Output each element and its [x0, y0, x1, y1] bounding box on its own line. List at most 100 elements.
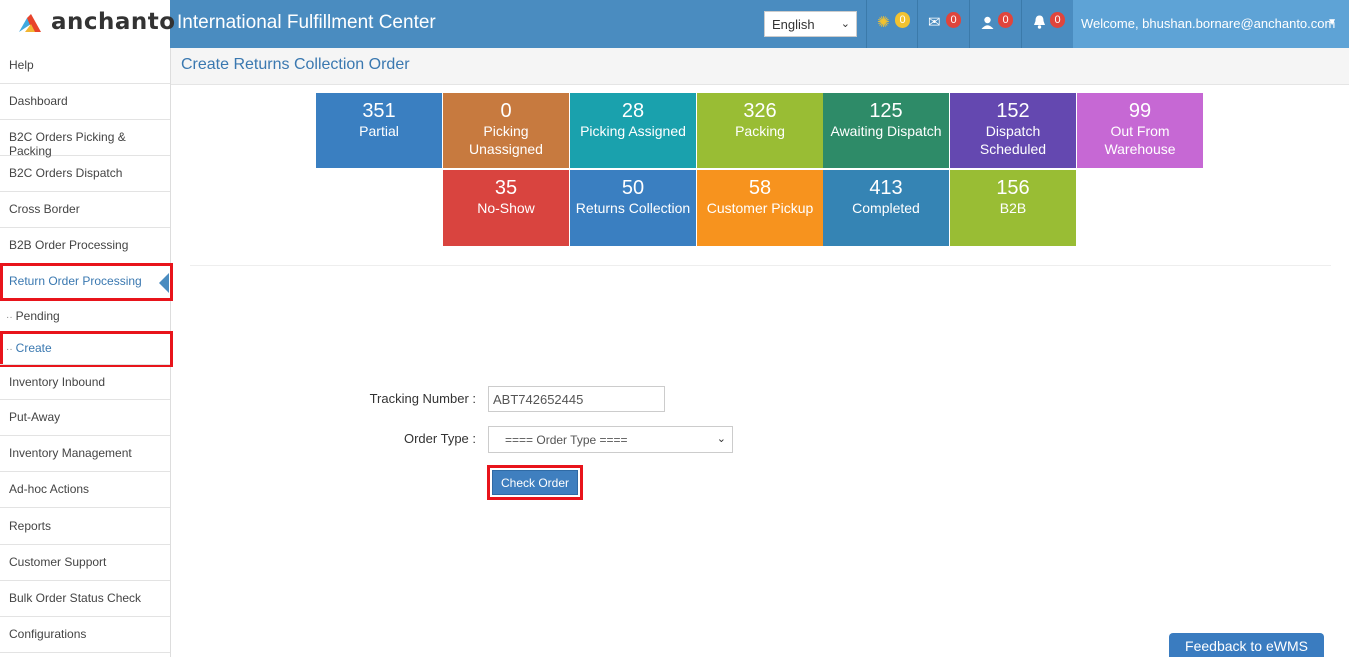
users-button[interactable]: 0 — [969, 0, 1021, 48]
spinner-icon: ✺ — [877, 14, 890, 31]
tile-count: 0 — [500, 100, 512, 122]
sidebar-item-inventory-inbound[interactable]: Inventory Inbound — [0, 364, 170, 400]
sidebar-item-label: B2B Order Processing — [9, 238, 129, 252]
messages-button[interactable]: ✉ 0 — [917, 0, 969, 48]
tile-customer-pickup[interactable]: 58 Customer Pickup — [697, 170, 823, 246]
tile-completed[interactable]: 413 Completed — [823, 170, 949, 246]
sidebar-item-cross-border[interactable]: Cross Border — [0, 192, 170, 228]
sidebar-item-label: Bulk Order Status Check — [9, 591, 142, 605]
sidebar-item-label: B2C Orders Dispatch — [9, 166, 123, 180]
tile-packing[interactable]: 326 Packing — [697, 93, 823, 168]
sidebar-item-label: Inventory Management — [9, 446, 132, 460]
language-select[interactable]: English ⌄ — [764, 11, 857, 37]
tile-label: Out From Warehouse — [1104, 123, 1176, 157]
tile-count: 50 — [621, 177, 645, 199]
tile-label: Completed — [852, 200, 920, 216]
sidebar-item-label: Inventory Inbound — [9, 375, 106, 389]
envelope-icon: ✉ — [928, 14, 941, 31]
sidebar-item-label: Cross Border — [9, 202, 80, 216]
tile-count: 413 — [869, 177, 903, 199]
check-order-highlight: Check Order — [487, 465, 583, 500]
tile-label: Partial — [359, 123, 399, 139]
order-type-label: Order Type : — [403, 431, 476, 446]
sidebar-item-configurations[interactable]: Configurations — [0, 617, 170, 653]
active-arrow-icon — [159, 273, 169, 293]
sidebar-item-inventory-management[interactable]: Inventory Management — [0, 436, 170, 472]
sidebar-subitem-label: Create — [15, 341, 52, 355]
tile-label: Awaiting Dispatch — [830, 123, 942, 139]
sidebar-item-label: B2C Orders Picking & Packing — [9, 130, 126, 158]
tile-label: Picking Unassigned — [469, 123, 543, 157]
sidebar-item-label: Customer Support — [9, 555, 107, 569]
sidebar-item-reports[interactable]: Reports — [0, 509, 170, 545]
tile-count: 35 — [494, 177, 518, 199]
users-count-badge: 0 — [998, 12, 1013, 28]
order-type-select[interactable]: ==== Order Type ==== ⌄ — [488, 426, 733, 453]
notifications-button[interactable]: 0 — [1021, 0, 1073, 48]
tasks-button[interactable]: ✺ 0 — [866, 0, 917, 48]
feedback-button[interactable]: Feedback to eWMS — [1169, 633, 1324, 657]
tile-picking-unassigned[interactable]: 0 Picking Unassigned — [443, 93, 569, 168]
top-bar: anchanto International Fulfillment Cente… — [0, 0, 1349, 48]
sidebar-item-b2c-picking-packing[interactable]: B2C Orders Picking & Packing — [0, 120, 170, 158]
sidebar-subitem-pending[interactable]: ·· Pending — [0, 300, 170, 332]
welcome-text: Welcome, bhushan.bornare@anchanto.com — [1081, 16, 1336, 31]
sidebar-item-label: Dashboard — [9, 94, 68, 108]
sidebar-item-put-away[interactable]: Put-Away — [0, 400, 170, 436]
sidebar-item-label: Configurations — [9, 627, 87, 641]
sidebar-item-help[interactable]: Help — [0, 48, 170, 84]
notifications-count-badge: 0 — [1050, 12, 1065, 28]
sidebar: Help Dashboard B2C Orders Picking & Pack… — [0, 48, 173, 657]
tile-count: 152 — [996, 100, 1030, 122]
tile-dispatch-scheduled[interactable]: 152 Dispatch Scheduled — [950, 93, 1076, 168]
page-header: Create Returns Collection Order — [171, 48, 1349, 85]
tasks-count-badge: 0 — [895, 12, 910, 28]
sidebar-item-dashboard[interactable]: Dashboard — [0, 84, 170, 120]
user-icon — [981, 16, 994, 29]
check-order-button[interactable]: Check Order — [492, 470, 578, 495]
tracking-number-label: Tracking Number : — [369, 391, 476, 406]
sidebar-item-b2b-order-processing[interactable]: B2B Order Processing — [0, 228, 170, 264]
logo-text: anchanto — [51, 9, 176, 35]
tile-count: 326 — [743, 100, 777, 122]
sidebar-item-label: Put-Away — [9, 410, 61, 424]
order-type-value: ==== Order Type ==== — [505, 433, 628, 447]
sidebar-item-b2c-dispatch[interactable]: B2C Orders Dispatch — [0, 156, 170, 192]
tile-label: No-Show — [477, 200, 535, 216]
chevron-down-icon: ⌄ — [840, 18, 850, 30]
tile-label: Dispatch Scheduled — [979, 123, 1047, 157]
sidebar-item-return-order-processing[interactable]: Return Order Processing — [0, 263, 173, 301]
bullet-icon: ·· — [6, 344, 13, 355]
sidebar-item-bulk-order-status-check[interactable]: Bulk Order Status Check — [0, 581, 170, 617]
logo[interactable]: anchanto — [0, 0, 175, 48]
tile-label: Returns Collection — [575, 200, 691, 216]
sidebar-subitem-create[interactable]: ·· Create — [0, 331, 173, 367]
logo-mark-icon — [19, 14, 41, 32]
tile-picking-assigned[interactable]: 28 Picking Assigned — [570, 93, 696, 168]
tile-returns-collection[interactable]: 50 Returns Collection — [570, 170, 696, 246]
tile-label: B2B — [999, 200, 1027, 216]
tile-label: Packing — [735, 123, 785, 139]
sidebar-subitem-label: Pending — [15, 309, 60, 323]
sidebar-item-label: Help — [9, 58, 34, 72]
sidebar-item-customer-support[interactable]: Customer Support — [0, 545, 170, 581]
caret-down-icon: ▼ — [1327, 17, 1337, 28]
user-menu[interactable]: Welcome, bhushan.bornare@anchanto.com ▼ — [1073, 0, 1349, 48]
page-title: Create Returns Collection Order — [181, 56, 410, 73]
tile-count: 58 — [748, 177, 772, 199]
tile-out-from-warehouse[interactable]: 99 Out From Warehouse — [1077, 93, 1203, 168]
chevron-down-icon: ⌄ — [716, 433, 726, 445]
tile-count: 351 — [362, 100, 396, 122]
tile-partial[interactable]: 351 Partial — [316, 93, 442, 168]
tile-awaiting-dispatch[interactable]: 125 Awaiting Dispatch — [823, 93, 949, 168]
sidebar-item-ad-hoc-actions[interactable]: Ad-hoc Actions — [0, 472, 170, 508]
tile-b2b[interactable]: 156 B2B — [950, 170, 1076, 246]
divider — [190, 265, 1331, 266]
tile-label: Picking Assigned — [580, 123, 686, 139]
language-value: English — [772, 17, 815, 32]
tile-no-show[interactable]: 35 No-Show — [443, 170, 569, 246]
bullet-icon: ·· — [6, 312, 13, 323]
tracking-number-input[interactable]: ABT742652445 — [488, 386, 665, 412]
tile-count: 156 — [996, 177, 1030, 199]
tile-count: 28 — [621, 100, 645, 122]
